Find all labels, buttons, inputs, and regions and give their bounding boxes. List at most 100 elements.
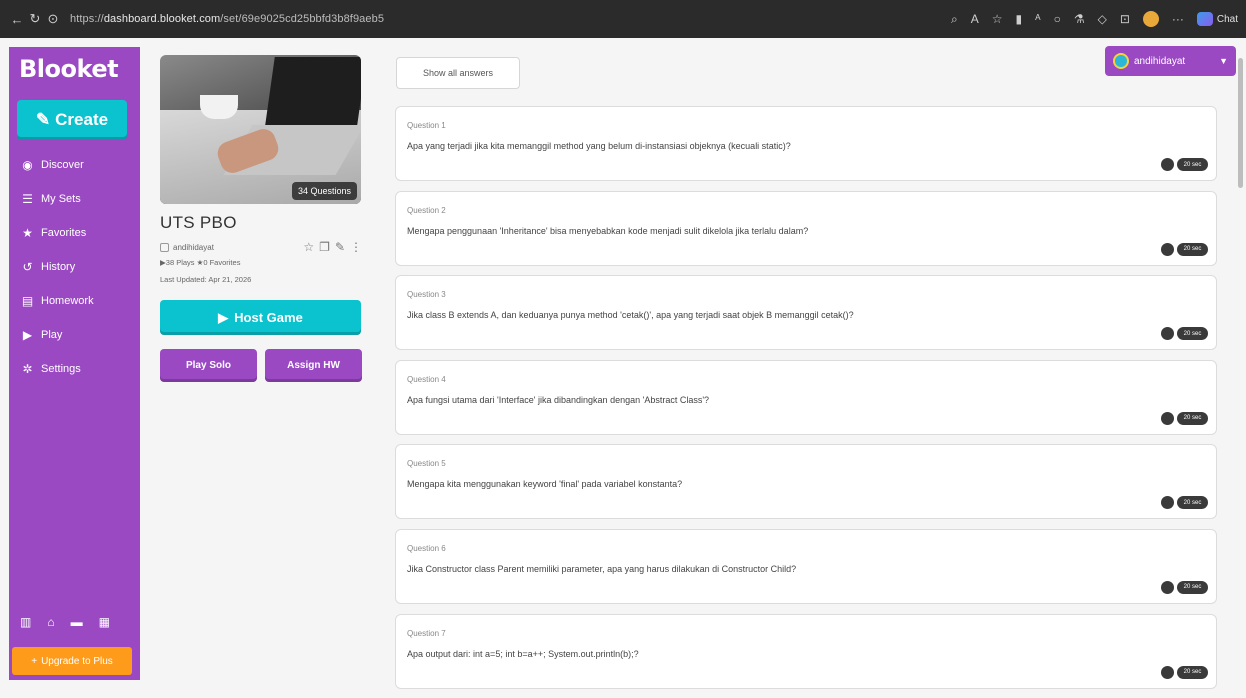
- author-name[interactable]: andihidayat: [173, 243, 214, 252]
- sidebar-item-settings[interactable]: ✲ Settings: [9, 352, 140, 386]
- play-icon: ▶: [218, 309, 229, 325]
- star-icon: ★: [22, 226, 33, 240]
- time-limit-badge: 20 sec: [1177, 496, 1208, 510]
- time-limit-badge: 20 sec: [1177, 327, 1208, 341]
- set-cover-image: 34 Questions: [160, 55, 361, 204]
- edit-icon: ✎: [35, 110, 51, 129]
- read-aloud-icon[interactable]: A: [971, 12, 979, 26]
- sidebar: Blooket ✎ Create ◉ Discover ☰ My Sets ★ Fav…: [9, 47, 140, 680]
- profile-avatar[interactable]: [1142, 11, 1159, 27]
- answer-count-badge: [1161, 242, 1174, 256]
- sidebar-item-play[interactable]: ▶ Play: [9, 318, 140, 352]
- answer-count-badge: [1161, 496, 1174, 510]
- address-bar[interactable]: https://dashboard.blooket.com/set/69e902…: [70, 13, 470, 25]
- avatar: [1113, 53, 1129, 69]
- extension-ring-icon[interactable]: ○: [1054, 12, 1061, 26]
- answer-count-badge: [1161, 327, 1174, 341]
- sidebar-nav: ◉ Discover ☰ My Sets ★ Favorites ↺ History ▤…: [9, 148, 140, 386]
- extension-a-icon[interactable]: ᴬ: [1035, 12, 1040, 26]
- question-number: Question 4: [407, 374, 446, 384]
- extension-doc-icon[interactable]: ▮: [1016, 12, 1023, 26]
- set-stats: ▶38 Plays ★0 Favorites: [160, 258, 241, 267]
- sidebar-item-discover[interactable]: ◉ Discover: [9, 148, 140, 182]
- create-button[interactable]: ✎ Create: [17, 100, 127, 140]
- question-card[interactable]: Question 6 Jika Constructor class Parent…: [395, 528, 1217, 604]
- extension-lab-icon[interactable]: ⚗: [1074, 12, 1085, 26]
- sidebar-item-favorites[interactable]: ★ Favorites: [9, 216, 140, 250]
- play-solo-button[interactable]: Play Solo: [160, 349, 257, 382]
- author-avatar: [160, 242, 169, 252]
- scrollbar[interactable]: [1238, 58, 1243, 188]
- question-count-badge: 34 Questions: [291, 182, 357, 200]
- blooket-logo[interactable]: Blooket: [19, 55, 119, 83]
- browser-toolbar: ← ↻ ⊙ https://dashboard.blooket.com/set/…: [0, 0, 1246, 38]
- username: andihidayat: [1134, 55, 1186, 67]
- time-limit-badge: 20 sec: [1177, 665, 1208, 679]
- news-icon[interactable]: ▦: [99, 615, 110, 629]
- question-text: Apa yang terjadi jika kita memanggil met…: [407, 141, 791, 151]
- back-icon[interactable]: ←: [8, 12, 26, 27]
- user-menu[interactable]: andihidayat ▼: [1105, 46, 1236, 76]
- question-list: Question 1 Apa yang terjadi jika kita me…: [395, 106, 1217, 698]
- question-text: Mengapa kita menggunakan keyword 'final'…: [407, 479, 683, 490]
- question-text: Jika class B extends A, dan keduanya pun…: [407, 310, 854, 321]
- set-title: UTS PBO: [160, 213, 237, 232]
- sidebar-item-homework[interactable]: ▤ Homework: [9, 284, 140, 318]
- question-card[interactable]: Question 1 Apa yang terjadi jika kita me…: [395, 106, 1217, 181]
- time-limit-badge: 20 sec: [1177, 242, 1208, 256]
- time-limit-badge: 20 sec: [1177, 411, 1208, 425]
- history-icon: ↺: [22, 260, 33, 274]
- question-card[interactable]: Question 3 Jika class B extends A, dan k…: [395, 275, 1217, 351]
- gear-icon: ✲: [22, 362, 33, 376]
- question-card[interactable]: Question 5 Mengapa kita menggunakan keyw…: [395, 444, 1217, 520]
- compass-icon: ◉: [22, 158, 33, 172]
- refresh-icon[interactable]: ↻: [26, 11, 44, 27]
- question-number: Question 5: [407, 459, 446, 469]
- answer-count-badge: [1161, 580, 1174, 594]
- question-card[interactable]: Question 2 Mengapa penggunaan 'Inheritan…: [395, 190, 1217, 266]
- host-game-button[interactable]: ▶ Host Game: [160, 300, 361, 335]
- copilot-button[interactable]: Chat: [1196, 12, 1238, 26]
- more-menu-icon[interactable]: ···: [1172, 12, 1184, 26]
- question-text: Apa fungsi utama dari 'Interface' jika d…: [407, 394, 710, 405]
- copilot-icon: [1196, 12, 1213, 26]
- assign-hw-button[interactable]: Assign HW: [265, 349, 362, 382]
- zoom-icon[interactable]: ⌕: [951, 12, 958, 27]
- plus-icon: +: [31, 655, 38, 667]
- time-limit-badge: 20 sec: [1177, 580, 1208, 594]
- answer-count-badge: [1161, 158, 1174, 171]
- edit-pencil-icon[interactable]: ✎: [335, 240, 345, 254]
- split-screen-icon[interactable]: ◇: [1098, 12, 1107, 26]
- sidebar-item-history[interactable]: ↺ History: [9, 250, 140, 284]
- question-text: Jika Constructor class Parent memiliki p…: [407, 563, 797, 574]
- copy-icon[interactable]: ❐: [319, 240, 330, 254]
- stats-icon[interactable]: ▥: [20, 615, 31, 629]
- upgrade-button[interactable]: + Upgrade to Plus: [12, 647, 132, 675]
- blooks-icon[interactable]: ▬: [71, 615, 83, 629]
- favorite-star-icon[interactable]: ☆: [303, 240, 314, 254]
- question-number: Question 1: [407, 121, 446, 130]
- more-options-icon[interactable]: ⋮: [350, 240, 362, 254]
- clipboard-icon: ▤: [21, 294, 34, 308]
- question-card[interactable]: Question 7 Apa output dari: int a=5; int…: [395, 613, 1217, 689]
- play-icon: ▶: [22, 328, 33, 342]
- question-text: Apa output dari: int a=5; int b=a++; Sys…: [407, 648, 639, 659]
- chevron-down-icon: ▼: [1219, 56, 1228, 66]
- question-card[interactable]: Question 4 Apa fungsi utama dari 'Interf…: [395, 359, 1217, 435]
- sidebar-item-my-sets[interactable]: ☰ My Sets: [9, 182, 140, 216]
- author-row: andihidayat ☆ ❐ ✎ ⋮: [160, 240, 362, 254]
- answer-count-badge: [1161, 665, 1174, 679]
- show-all-answers-button[interactable]: Show all answers: [396, 57, 520, 89]
- favorite-star-icon[interactable]: ☆: [992, 12, 1003, 26]
- time-limit-badge: 20 sec: [1177, 158, 1208, 171]
- list-icon: ☰: [22, 192, 33, 206]
- lock-icon: ⊙: [47, 11, 59, 26]
- collections-icon[interactable]: ⊡: [1120, 12, 1130, 26]
- answer-count-badge: [1161, 411, 1174, 425]
- set-info-panel: 34 Questions UTS PBO andihidayat ☆ ❐ ✎ ⋮…: [160, 55, 362, 382]
- market-icon[interactable]: ⌂: [47, 615, 54, 629]
- question-number: Question 7: [407, 628, 446, 638]
- question-number: Question 2: [407, 205, 446, 215]
- question-number: Question 3: [407, 290, 446, 300]
- sidebar-footer-icons: ▥ ⌂ ▬ ▦: [20, 615, 110, 629]
